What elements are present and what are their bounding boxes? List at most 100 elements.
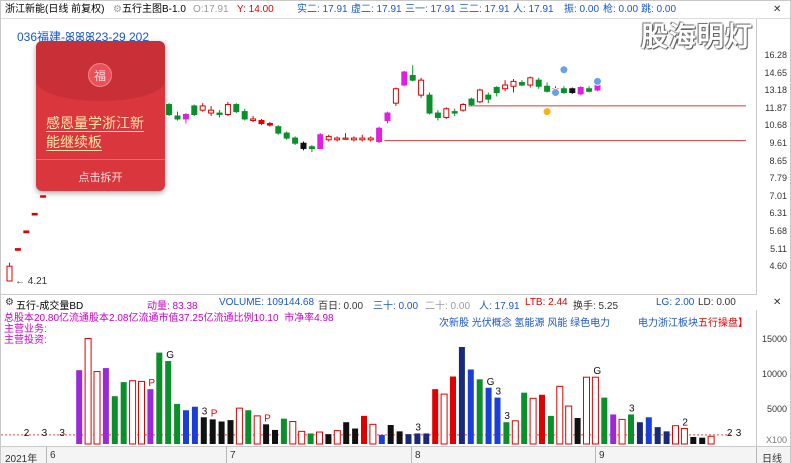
period-label[interactable]: 日线 <box>762 450 782 463</box>
price-tick: 5.11 <box>770 243 787 254</box>
candle-body <box>384 112 391 121</box>
lg-value: LG: 2.00 <box>656 297 695 308</box>
volume-bar <box>76 370 83 444</box>
volume-bar <box>601 397 608 444</box>
volume-unit: X100 <box>765 435 787 445</box>
volume-bar <box>289 421 297 445</box>
volume-bar <box>529 397 537 445</box>
volume-bar <box>218 421 225 444</box>
candle-body <box>426 94 433 114</box>
candle-body <box>6 265 13 282</box>
price-tick: 4.60 <box>769 261 787 272</box>
volume-bar <box>253 415 261 445</box>
volume-bar <box>699 437 706 444</box>
volume-bar <box>414 433 421 444</box>
price-tick: 6.31 <box>769 208 787 219</box>
volume-bar <box>387 425 394 444</box>
candle-body <box>241 111 248 120</box>
price-tick: 7.01 <box>769 190 787 201</box>
candle-body <box>451 111 458 114</box>
candle-body <box>300 142 307 150</box>
volume-bar <box>191 406 198 444</box>
volume-bar <box>476 379 483 444</box>
candle-body <box>233 104 240 113</box>
volume-bar <box>396 431 403 444</box>
volume-bar <box>405 434 412 444</box>
candle-body <box>31 212 38 216</box>
candle-body <box>250 118 257 121</box>
envelope-title-line1: 感恩量学浙江新 <box>46 115 144 132</box>
candle-body <box>174 115 181 120</box>
volume-bar <box>307 433 314 444</box>
volume-bar <box>369 423 377 445</box>
red-envelope-popup[interactable]: 福 感恩量学浙江新 能继续板 点击拆开 <box>36 41 165 191</box>
volume-bar <box>547 415 554 444</box>
volume-bar <box>591 376 599 445</box>
volume-bar <box>645 417 652 444</box>
volume-signal-label: 2 <box>682 418 688 429</box>
volume-bar <box>102 368 109 444</box>
volume-bar <box>378 434 385 444</box>
candle-body <box>535 79 542 87</box>
volume-bar <box>280 418 287 444</box>
indicator-mode[interactable]: 五行主图B-1.0 <box>122 4 186 16</box>
volume-signal-label: 3 <box>496 387 502 398</box>
candle-body <box>586 88 593 92</box>
close-panel-icon[interactable]: ✕ <box>773 4 781 16</box>
volume-bar <box>654 427 661 444</box>
pb-ratio: 市净率4.98 <box>284 313 334 324</box>
volume-signal-label: G <box>166 350 174 361</box>
candle-body <box>166 104 173 116</box>
sector-tags[interactable]: 电力浙江板块五行操盘】 <box>638 314 748 329</box>
volume-bar <box>672 425 679 445</box>
volume-bar <box>628 414 634 444</box>
volume-signal-label: 2 <box>727 428 733 439</box>
candle-body <box>401 71 408 86</box>
volume-bar <box>111 396 118 444</box>
volume-signal-label: 3 <box>415 422 421 433</box>
volume-signal-label: 3 <box>202 406 208 417</box>
gear-icon[interactable]: ⚙ <box>113 4 122 16</box>
volume-bar <box>423 433 430 444</box>
envelope-divider <box>36 159 165 160</box>
volume-bar <box>690 436 697 444</box>
main-business: 主营业务: <box>4 324 47 335</box>
trading-window: 浙江新能(日线 前复权) ⚙ 五行主图B-1.0 O:17.91 Y: 14.0… <box>0 0 791 463</box>
date-separator <box>411 447 412 463</box>
candle-body <box>502 84 509 90</box>
candle-body <box>485 94 492 100</box>
stock-fundamentals: 总股本20.80亿流通股本2.08亿流通市值37.25亿流通比例10.10 市净… <box>4 313 334 346</box>
volume-bar <box>583 376 590 445</box>
volume-value: VOLUME: 109144.68 <box>219 297 315 308</box>
candle-body <box>460 104 467 111</box>
volume-bar <box>467 369 474 444</box>
candle-body <box>518 82 525 86</box>
volume-bar <box>574 417 581 444</box>
volume-bar <box>333 430 341 445</box>
volume-bar <box>680 428 688 445</box>
candle-body <box>510 80 517 87</box>
volume-bar <box>325 434 332 444</box>
signal-marker <box>593 76 602 86</box>
candle-body <box>468 98 475 106</box>
candle-body <box>577 86 584 95</box>
concept-tags[interactable]: 次新股 光伏概念 氢能源 风能 绿色电力 <box>439 314 610 329</box>
close-indicator-icon[interactable]: ✕ <box>773 297 781 308</box>
candle-body <box>317 134 324 150</box>
ld-value: LD: 0.00 <box>698 297 736 308</box>
candle-body <box>493 86 500 94</box>
volume-bar <box>618 418 626 445</box>
gear-icon[interactable]: ⚙ <box>5 297 14 308</box>
candle-body <box>434 112 441 118</box>
volume-bar <box>352 428 359 444</box>
volume-bar <box>93 371 101 445</box>
share-info-row: 总股本20.80亿流通股本2.08亿流通市值37.25亿流通比例10.10 市净… <box>4 313 334 324</box>
candle-body <box>23 230 30 234</box>
volume-bar <box>235 407 243 445</box>
price-tick: 5.68 <box>769 225 787 236</box>
candle-body <box>359 137 366 141</box>
open-envelope-button[interactable]: 点击拆开 <box>36 169 165 185</box>
price-tick: 8.65 <box>769 155 787 166</box>
stock-title[interactable]: 浙江新能(日线 前复权) <box>5 4 104 16</box>
candle-body <box>258 119 265 125</box>
